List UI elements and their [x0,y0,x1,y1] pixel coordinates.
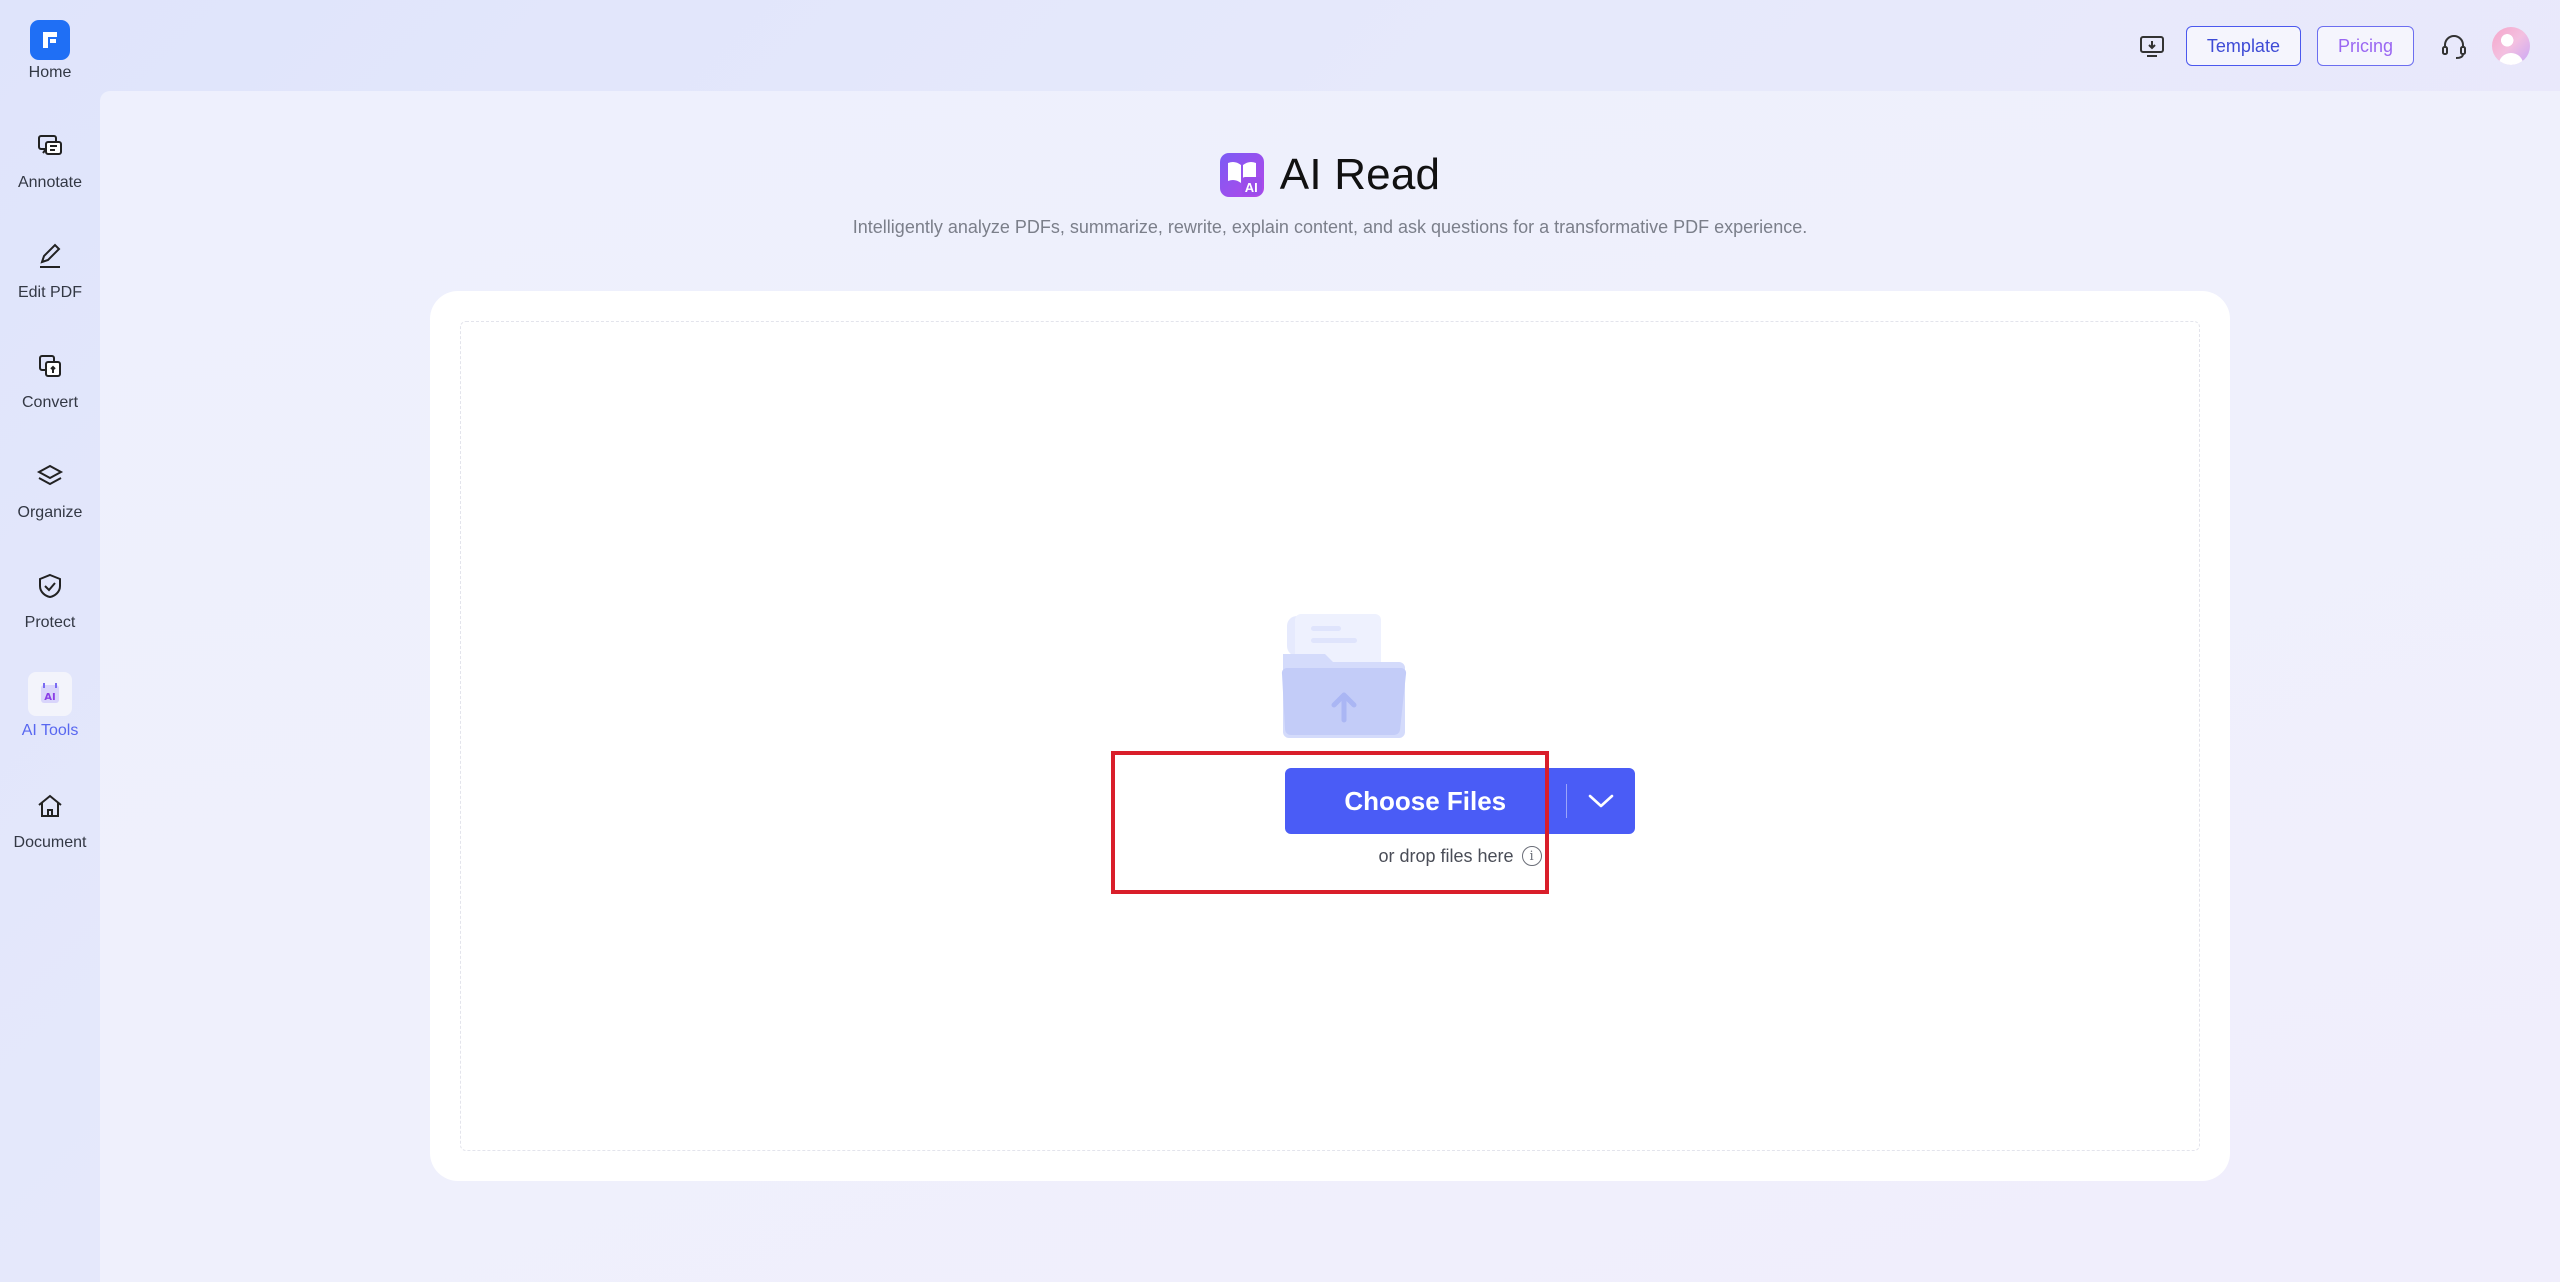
sidebar-item-organize[interactable]: Organize [0,454,100,544]
download-desktop-icon[interactable] [2134,28,2170,64]
edit-pdf-icon [28,234,72,278]
sidebar-item-label: Document [13,834,87,851]
organize-icon [28,454,72,498]
sidebar-item-label: AI Tools [21,722,79,739]
ai-read-logo-text: AI [1244,180,1258,195]
svg-text:AI: AI [44,692,55,703]
sidebar-item-annotate[interactable]: Annotate [0,124,100,214]
sidebar-item-protect[interactable]: Protect [0,564,100,654]
sidebar-item-label: Protect [24,614,76,631]
user-avatar[interactable] [2492,27,2530,65]
choose-files-label: Choose Files [1344,785,1507,816]
page-subtitle: Intelligently analyze PDFs, summarize, r… [852,217,1808,237]
protect-icon [28,564,72,608]
title-row: AI AI Read [100,147,2560,203]
annotate-icon [28,124,72,168]
ai-read-logo-icon: AI [1219,153,1264,197]
sidebar-item-ai-tools[interactable]: AI AI Tools [0,672,100,762]
sidebar-item-home[interactable]: Home [0,20,100,110]
upload-card: Choose Files or drop files here i [430,291,2230,1181]
sidebar-item-document[interactable]: Document [0,784,100,874]
header-actions: Template Pricing [2134,24,2530,68]
support-headset-icon[interactable] [2436,28,2472,64]
drop-hint: or drop files here i [1285,843,1635,869]
info-icon[interactable]: i [1521,846,1542,866]
ai-tools-icon: AI [28,672,72,716]
choose-files-button[interactable]: Choose Files [1285,768,1635,834]
drop-hint-text: or drop files here [1378,845,1514,866]
chevron-down-icon[interactable] [1567,768,1635,834]
sidebar-item-label: Annotate [17,174,83,191]
main-panel: AI AI Read Intelligently analyze PDFs, s… [100,91,2560,1282]
page-title: AI Read [1279,150,1441,199]
home-logo-icon [30,20,70,60]
convert-icon [28,344,72,388]
sidebar-item-label: Edit PDF [17,284,82,301]
sidebar-item-convert[interactable]: Convert [0,344,100,434]
sidebar: Home Annotate Edit PDF Convert Organize … [0,0,100,1282]
sidebar-item-edit-pdf[interactable]: Edit PDF [0,234,100,324]
document-icon [28,784,72,828]
template-button[interactable]: Template [2185,26,2301,66]
pricing-button[interactable]: Pricing [2316,26,2414,66]
file-dropzone[interactable]: Choose Files or drop files here i [460,321,2200,1151]
sidebar-item-label: Home [28,64,72,81]
folder-upload-icon [1281,614,1407,738]
sidebar-item-label: Convert [21,394,79,411]
sidebar-item-label: Organize [17,504,83,521]
